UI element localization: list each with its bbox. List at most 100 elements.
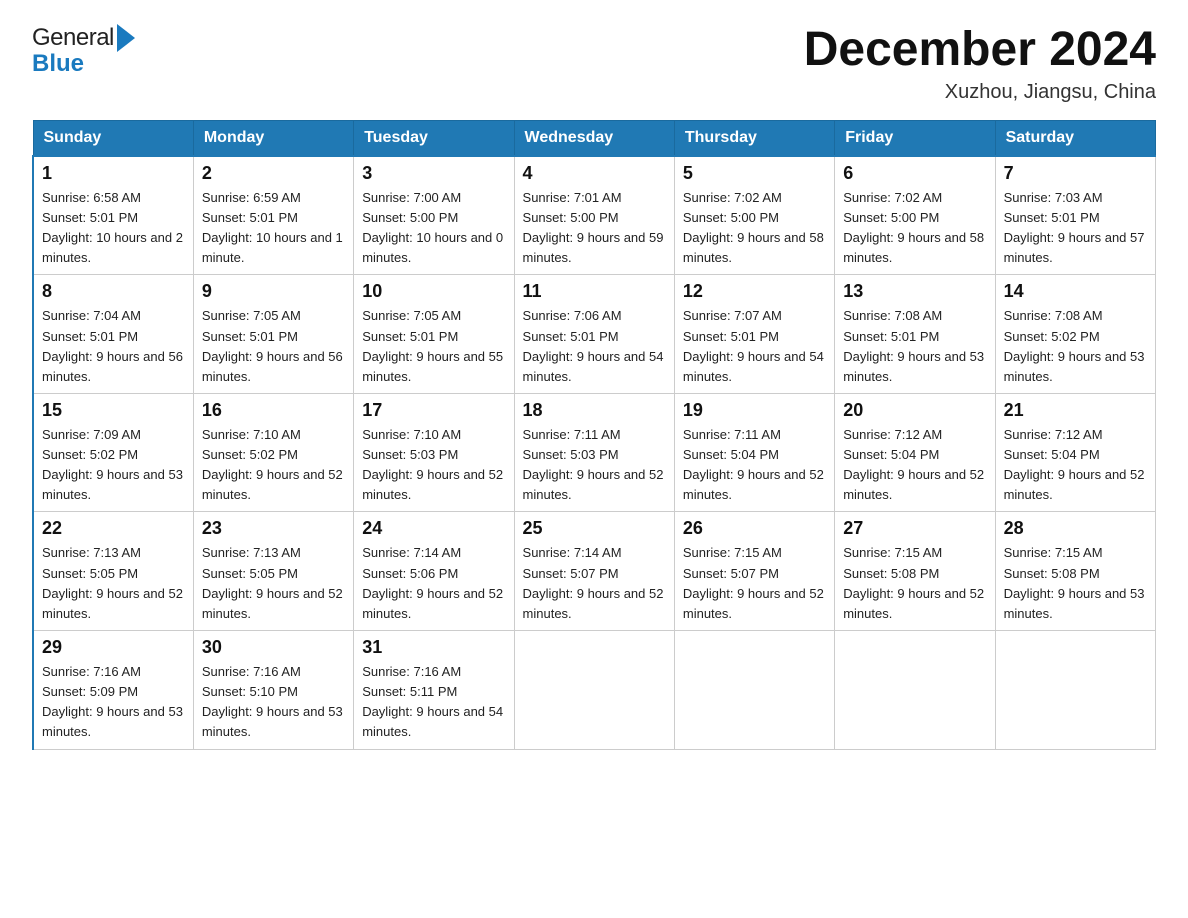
day-number: 6: [843, 163, 986, 184]
calendar-cell: 8 Sunrise: 7:04 AM Sunset: 5:01 PM Dayli…: [33, 275, 193, 394]
day-number: 31: [362, 637, 505, 658]
calendar-week-row: 8 Sunrise: 7:04 AM Sunset: 5:01 PM Dayli…: [33, 275, 1156, 394]
month-title: December 2024: [804, 24, 1156, 77]
day-info: Sunrise: 7:05 AM Sunset: 5:01 PM Dayligh…: [362, 306, 505, 387]
day-info: Sunrise: 7:10 AM Sunset: 5:02 PM Dayligh…: [202, 425, 345, 506]
day-info: Sunrise: 7:14 AM Sunset: 5:07 PM Dayligh…: [523, 543, 666, 624]
day-number: 21: [1004, 400, 1147, 421]
calendar-cell: 1 Sunrise: 6:58 AM Sunset: 5:01 PM Dayli…: [33, 156, 193, 275]
logo-triangle-icon: [117, 24, 135, 52]
day-number: 9: [202, 281, 345, 302]
day-number: 28: [1004, 518, 1147, 539]
day-info: Sunrise: 7:02 AM Sunset: 5:00 PM Dayligh…: [683, 188, 826, 269]
day-number: 1: [42, 163, 185, 184]
day-number: 10: [362, 281, 505, 302]
calendar-cell: 19 Sunrise: 7:11 AM Sunset: 5:04 PM Dayl…: [674, 393, 834, 512]
calendar-cell: 17 Sunrise: 7:10 AM Sunset: 5:03 PM Dayl…: [354, 393, 514, 512]
day-info: Sunrise: 7:07 AM Sunset: 5:01 PM Dayligh…: [683, 306, 826, 387]
header-sunday: Sunday: [33, 120, 193, 156]
calendar-week-row: 1 Sunrise: 6:58 AM Sunset: 5:01 PM Dayli…: [33, 156, 1156, 275]
calendar-body: 1 Sunrise: 6:58 AM Sunset: 5:01 PM Dayli…: [33, 156, 1156, 749]
calendar-cell: 6 Sunrise: 7:02 AM Sunset: 5:00 PM Dayli…: [835, 156, 995, 275]
calendar-cell: 18 Sunrise: 7:11 AM Sunset: 5:03 PM Dayl…: [514, 393, 674, 512]
day-number: 26: [683, 518, 826, 539]
calendar-cell: 7 Sunrise: 7:03 AM Sunset: 5:01 PM Dayli…: [995, 156, 1155, 275]
logo: General Blue: [32, 24, 135, 76]
day-info: Sunrise: 7:04 AM Sunset: 5:01 PM Dayligh…: [42, 306, 185, 387]
calendar-cell: 28 Sunrise: 7:15 AM Sunset: 5:08 PM Dayl…: [995, 512, 1155, 631]
calendar-cell: 23 Sunrise: 7:13 AM Sunset: 5:05 PM Dayl…: [193, 512, 353, 631]
day-number: 11: [523, 281, 666, 302]
calendar-cell: 5 Sunrise: 7:02 AM Sunset: 5:00 PM Dayli…: [674, 156, 834, 275]
calendar-cell: 9 Sunrise: 7:05 AM Sunset: 5:01 PM Dayli…: [193, 275, 353, 394]
calendar-cell: [514, 631, 674, 750]
calendar-cell: 12 Sunrise: 7:07 AM Sunset: 5:01 PM Dayl…: [674, 275, 834, 394]
calendar-week-row: 22 Sunrise: 7:13 AM Sunset: 5:05 PM Dayl…: [33, 512, 1156, 631]
day-info: Sunrise: 7:16 AM Sunset: 5:10 PM Dayligh…: [202, 662, 345, 743]
calendar-cell: 3 Sunrise: 7:00 AM Sunset: 5:00 PM Dayli…: [354, 156, 514, 275]
day-info: Sunrise: 7:08 AM Sunset: 5:01 PM Dayligh…: [843, 306, 986, 387]
calendar-cell: 16 Sunrise: 7:10 AM Sunset: 5:02 PM Dayl…: [193, 393, 353, 512]
day-info: Sunrise: 7:03 AM Sunset: 5:01 PM Dayligh…: [1004, 188, 1147, 269]
calendar-cell: 11 Sunrise: 7:06 AM Sunset: 5:01 PM Dayl…: [514, 275, 674, 394]
calendar-cell: [674, 631, 834, 750]
day-info: Sunrise: 7:00 AM Sunset: 5:00 PM Dayligh…: [362, 188, 505, 269]
day-info: Sunrise: 7:12 AM Sunset: 5:04 PM Dayligh…: [1004, 425, 1147, 506]
day-number: 16: [202, 400, 345, 421]
logo-blue-text: Blue: [32, 52, 135, 76]
day-number: 25: [523, 518, 666, 539]
day-info: Sunrise: 7:13 AM Sunset: 5:05 PM Dayligh…: [42, 543, 185, 624]
calendar-cell: 14 Sunrise: 7:08 AM Sunset: 5:02 PM Dayl…: [995, 275, 1155, 394]
day-info: Sunrise: 7:16 AM Sunset: 5:11 PM Dayligh…: [362, 662, 505, 743]
header-friday: Friday: [835, 120, 995, 156]
day-number: 13: [843, 281, 986, 302]
calendar-cell: 31 Sunrise: 7:16 AM Sunset: 5:11 PM Dayl…: [354, 631, 514, 750]
day-number: 15: [42, 400, 185, 421]
calendar-cell: 30 Sunrise: 7:16 AM Sunset: 5:10 PM Dayl…: [193, 631, 353, 750]
day-info: Sunrise: 7:10 AM Sunset: 5:03 PM Dayligh…: [362, 425, 505, 506]
header-wednesday: Wednesday: [514, 120, 674, 156]
day-info: Sunrise: 7:02 AM Sunset: 5:00 PM Dayligh…: [843, 188, 986, 269]
calendar-cell: 29 Sunrise: 7:16 AM Sunset: 5:09 PM Dayl…: [33, 631, 193, 750]
day-number: 17: [362, 400, 505, 421]
day-number: 8: [42, 281, 185, 302]
day-number: 7: [1004, 163, 1147, 184]
day-info: Sunrise: 7:16 AM Sunset: 5:09 PM Dayligh…: [42, 662, 185, 743]
day-number: 5: [683, 163, 826, 184]
day-number: 19: [683, 400, 826, 421]
title-block: December 2024 Xuzhou, Jiangsu, China: [804, 24, 1156, 104]
calendar-cell: 10 Sunrise: 7:05 AM Sunset: 5:01 PM Dayl…: [354, 275, 514, 394]
page-header: General Blue December 2024 Xuzhou, Jiang…: [32, 24, 1156, 104]
day-info: Sunrise: 7:15 AM Sunset: 5:08 PM Dayligh…: [1004, 543, 1147, 624]
calendar-cell: 4 Sunrise: 7:01 AM Sunset: 5:00 PM Dayli…: [514, 156, 674, 275]
day-info: Sunrise: 7:05 AM Sunset: 5:01 PM Dayligh…: [202, 306, 345, 387]
header-tuesday: Tuesday: [354, 120, 514, 156]
calendar-cell: 25 Sunrise: 7:14 AM Sunset: 5:07 PM Dayl…: [514, 512, 674, 631]
calendar-cell: 2 Sunrise: 6:59 AM Sunset: 5:01 PM Dayli…: [193, 156, 353, 275]
header-saturday: Saturday: [995, 120, 1155, 156]
day-info: Sunrise: 6:59 AM Sunset: 5:01 PM Dayligh…: [202, 188, 345, 269]
day-info: Sunrise: 7:08 AM Sunset: 5:02 PM Dayligh…: [1004, 306, 1147, 387]
calendar-week-row: 15 Sunrise: 7:09 AM Sunset: 5:02 PM Dayl…: [33, 393, 1156, 512]
day-info: Sunrise: 7:12 AM Sunset: 5:04 PM Dayligh…: [843, 425, 986, 506]
calendar-header: Sunday Monday Tuesday Wednesday Thursday…: [33, 120, 1156, 156]
header-monday: Monday: [193, 120, 353, 156]
calendar-cell: 15 Sunrise: 7:09 AM Sunset: 5:02 PM Dayl…: [33, 393, 193, 512]
day-info: Sunrise: 7:11 AM Sunset: 5:03 PM Dayligh…: [523, 425, 666, 506]
calendar-cell: 24 Sunrise: 7:14 AM Sunset: 5:06 PM Dayl…: [354, 512, 514, 631]
day-info: Sunrise: 7:01 AM Sunset: 5:00 PM Dayligh…: [523, 188, 666, 269]
day-info: Sunrise: 7:15 AM Sunset: 5:07 PM Dayligh…: [683, 543, 826, 624]
day-number: 29: [42, 637, 185, 658]
calendar-cell: 13 Sunrise: 7:08 AM Sunset: 5:01 PM Dayl…: [835, 275, 995, 394]
day-number: 12: [683, 281, 826, 302]
logo-general-text: General: [32, 26, 114, 50]
day-info: Sunrise: 7:06 AM Sunset: 5:01 PM Dayligh…: [523, 306, 666, 387]
day-info: Sunrise: 7:11 AM Sunset: 5:04 PM Dayligh…: [683, 425, 826, 506]
day-number: 22: [42, 518, 185, 539]
calendar-cell: 26 Sunrise: 7:15 AM Sunset: 5:07 PM Dayl…: [674, 512, 834, 631]
calendar-cell: 27 Sunrise: 7:15 AM Sunset: 5:08 PM Dayl…: [835, 512, 995, 631]
day-number: 3: [362, 163, 505, 184]
day-info: Sunrise: 7:15 AM Sunset: 5:08 PM Dayligh…: [843, 543, 986, 624]
day-number: 14: [1004, 281, 1147, 302]
header-thursday: Thursday: [674, 120, 834, 156]
